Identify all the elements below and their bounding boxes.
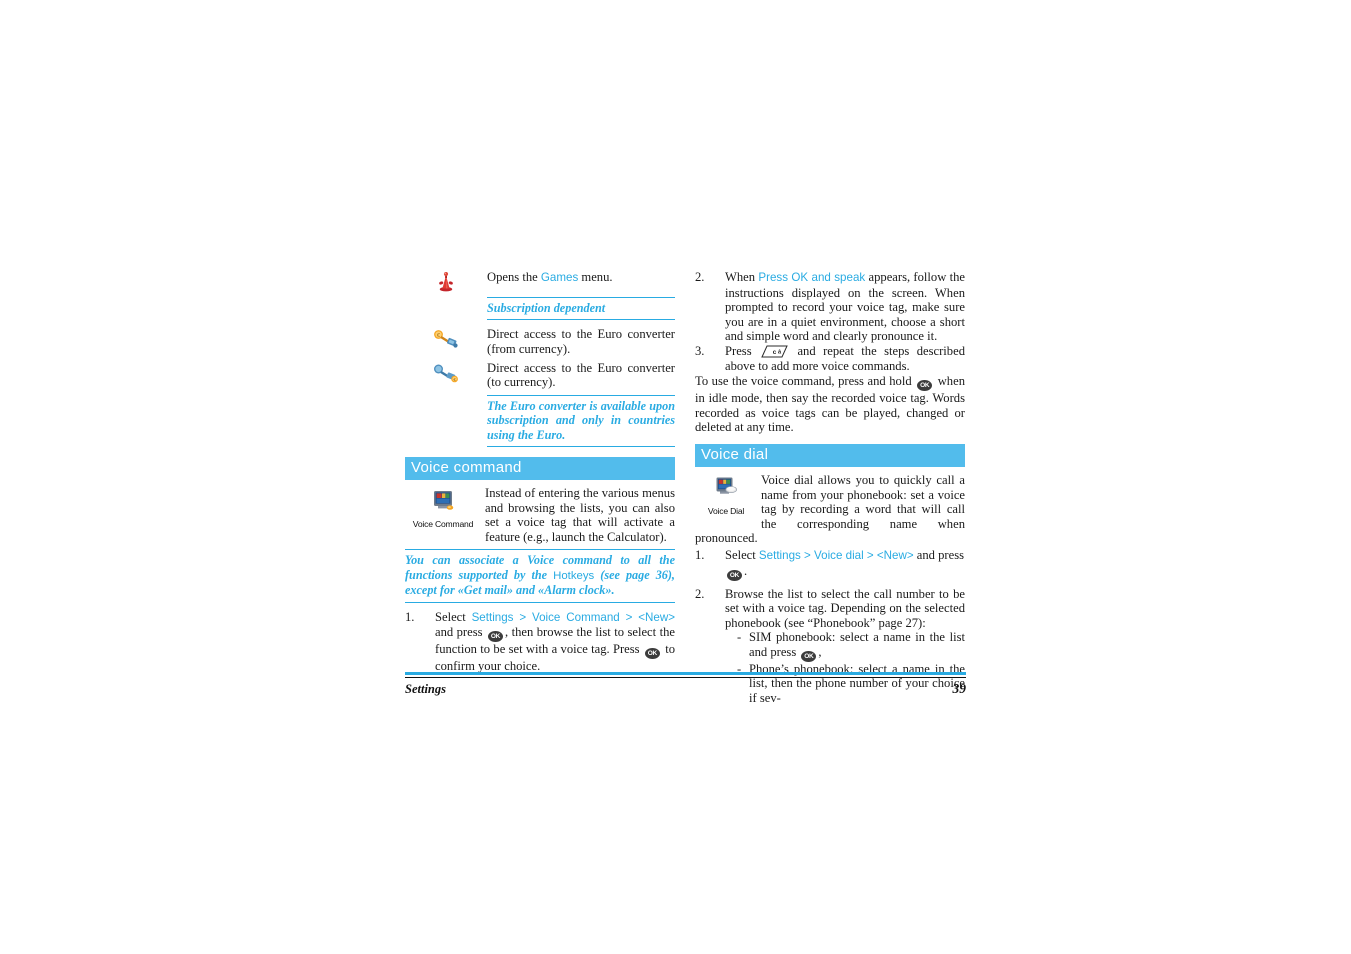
hotkey-row-euro-to: € Direct access to the Euro converter (t…: [405, 361, 675, 390]
step-marker: 3.: [695, 343, 705, 358]
note-voice-command-hotkeys: You can associate a Voice command to all…: [405, 549, 675, 603]
games-text-after: menu.: [578, 270, 613, 284]
step-marker: 2.: [695, 586, 705, 601]
sub-marker: -: [737, 630, 742, 645]
step-marker: 1.: [695, 547, 705, 562]
vd-sep2: >: [863, 548, 877, 562]
list-item: 2. When Press OK and speak appears, foll…: [695, 270, 965, 344]
games-text-before: Opens the: [487, 270, 541, 284]
footer-section-name: Settings: [405, 682, 446, 696]
euro-converter-to-icon: €: [405, 361, 487, 383]
footer-accent-rule: [405, 672, 966, 675]
new-link[interactable]: <New>: [638, 611, 675, 624]
hotkey-euro-from-text: Direct access to the Euro converter (fro…: [487, 327, 675, 356]
step-marker: 1.: [405, 609, 415, 624]
svg-text:c: c: [773, 349, 777, 356]
note-euro-text: The Euro converter is available upon sub…: [487, 398, 675, 442]
ok-key-icon: OK: [727, 569, 742, 581]
voice-command-link[interactable]: Voice Command: [532, 611, 620, 624]
list-item: 1. Select Settings > Voice dial > <New> …: [695, 548, 965, 581]
step-seg1: Select: [435, 609, 472, 624]
closing-part1: To use the voice command, press and hold: [695, 374, 916, 389]
voice-command-description-block: Voice Command Instead of entering the va…: [405, 486, 675, 544]
vd-step1-seg3: .: [744, 563, 748, 578]
joystick-games-icon: [405, 270, 487, 292]
vd-step1-seg2: and press: [913, 547, 965, 562]
step-content: Select Settings > Voice Command > <New> …: [435, 610, 675, 674]
ok-key-icon: OK: [487, 631, 503, 643]
hotkey-euro-to-text: Direct access to the Euro converter (to …: [487, 360, 675, 390]
voice-command-icon: Voice Command: [405, 488, 481, 531]
hotkey-games-text: Opens the Games menu.: [487, 270, 675, 286]
list-item: 1. Select Settings > Voice Command > <Ne…: [405, 610, 675, 674]
voice-dial-description-block: Voice Dial Voice dial allows you to quic…: [695, 473, 965, 546]
vd-step2-text: Browse the list to select the call numbe…: [725, 586, 965, 630]
voice-dial-icon-caption: Voice Dial: [707, 505, 745, 516]
voice-dial-link[interactable]: Voice dial: [814, 549, 864, 562]
note-euro-converter: The Euro converter is available upon sub…: [487, 394, 675, 447]
page-footer: Settings 39: [405, 672, 966, 697]
press-ok-and-speak-link[interactable]: Press OK and speak: [758, 271, 865, 284]
euro-converter-from-icon: €: [405, 327, 487, 349]
step3-seg1: Press: [725, 343, 760, 358]
section-header-voice-dial: Voice dial: [695, 443, 965, 467]
settings-link[interactable]: Settings: [759, 549, 801, 562]
svg-text:€: €: [437, 333, 440, 339]
step-marker: 2.: [695, 270, 705, 284]
sim-phonebook-text-end: ,: [818, 644, 822, 659]
page-number: 39: [952, 681, 967, 696]
step-seg2: and press: [435, 625, 486, 640]
settings-link[interactable]: Settings: [472, 611, 514, 624]
step-content: Select Settings > Voice dial > <New> and…: [725, 548, 965, 581]
svg-text:â: â: [778, 350, 782, 356]
note-subscription-text: Subscription dependent: [487, 301, 606, 315]
sub-content: SIM phonebook: select a name in the list…: [749, 630, 965, 662]
list-item: 3. Press câ and repeat the steps describ…: [695, 344, 965, 373]
new-link[interactable]: <New>: [877, 549, 914, 562]
voice-command-icon-caption: Voice Command: [412, 518, 474, 529]
voice-command-steps: 1. Select Settings > Voice Command > <Ne…: [405, 610, 675, 674]
step-content: Press câ and repeat the steps described …: [725, 344, 965, 373]
manual-page: Opens the Games menu. Subscription depen…: [405, 270, 966, 705]
step2-seg1: When: [725, 270, 759, 284]
ok-key-icon: OK: [801, 650, 817, 662]
right-column: 2. When Press OK and speak appears, foll…: [695, 270, 965, 706]
vd-sep1: >: [800, 548, 815, 562]
sim-phonebook-text: SIM phonebook: select a name in the list…: [749, 630, 965, 659]
ok-key-icon: OK: [917, 380, 933, 392]
hotkey-row-euro-from: € Direct access to the Euro converter (f…: [405, 327, 675, 356]
step-content: When Press OK and speak appears, follow …: [725, 270, 965, 344]
list-item: - SIM phonebook: select a name in the li…: [737, 630, 965, 662]
section-header-voice-command: Voice command: [405, 457, 675, 480]
note-subscription-dependent: Subscription dependent: [487, 297, 675, 321]
voice-command-closing-paragraph: To use the voice command, press and hold…: [695, 374, 965, 435]
voice-dial-icon: Voice Dial: [695, 475, 757, 518]
hotkey-row-games: Opens the Games menu.: [405, 270, 675, 292]
note-hotkeys-link[interactable]: Hotkeys: [553, 570, 594, 582]
games-link[interactable]: Games: [541, 271, 578, 284]
ok-key-icon: OK: [644, 648, 660, 660]
left-column: Opens the Games menu. Subscription depen…: [405, 270, 675, 706]
vd-step1-seg1: Select: [725, 547, 759, 562]
voice-command-description-text: Instead of entering the various menus an…: [485, 486, 675, 544]
step-sep1: >: [513, 610, 533, 624]
two-column-layout: Opens the Games menu. Subscription depen…: [405, 270, 966, 706]
step-sep2: >: [619, 610, 639, 624]
clear-key-icon: câ: [761, 345, 788, 358]
footer-row: Settings 39: [405, 677, 966, 697]
